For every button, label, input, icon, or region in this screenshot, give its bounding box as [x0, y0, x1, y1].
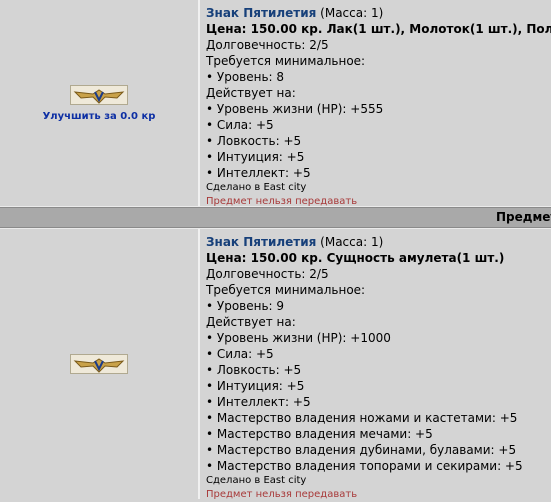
item-name-link[interactable]: Знак Пятилетия [206, 6, 316, 20]
item-mass: (Масса: 1) [320, 235, 384, 249]
item-row-1: Улучшить за 0.0 кр Знак Пятилетия (Масса… [0, 0, 551, 207]
five-year-badge-icon[interactable] [70, 354, 128, 374]
effect-item: • Сила: +5 [206, 347, 274, 361]
requirements-label: Требуется минимальное: [206, 283, 366, 297]
effect-item: • Интеллект: +5 [206, 166, 311, 180]
effect-item: • Мастерство владения топорами и секирам… [206, 459, 523, 473]
effect-item: • Мастерство владения мечами: +5 [206, 427, 433, 441]
item-details: Знак Пятилетия (Масса: 1) Цена: 150.00 к… [206, 229, 551, 502]
effect-item: • Интеллект: +5 [206, 395, 311, 409]
effect-item: • Мастерство владения дубинами, булавами… [206, 443, 517, 457]
item-price: Цена: 150.00 кр. Лак(1 шт.), Молоток(1 ш… [206, 22, 551, 36]
effect-item: • Уровень жизни (HP): +1000 [206, 331, 391, 345]
item-mass: (Масса: 1) [320, 6, 384, 20]
requirement-level: • Уровень: 8 [206, 70, 285, 84]
effect-item: • Сила: +5 [206, 118, 274, 132]
effect-item: • Уровень жизни (HP): +555 [206, 102, 384, 116]
effect-item: • Интуиция: +5 [206, 379, 305, 393]
made-in-text: Сделано в East city [206, 475, 307, 486]
item-image-cell: Улучшить за 0.0 кр [0, 0, 200, 206]
effect-item: • Мастерство владения ножами и кастетами… [206, 411, 518, 425]
effect-item: • Интуиция: +5 [206, 150, 305, 164]
effects-label: Действует на: [206, 315, 296, 329]
item-image-cell [0, 229, 200, 499]
effects-label: Действует на: [206, 86, 296, 100]
requirements-label: Требуется минимальное: [206, 54, 366, 68]
item-details: Знак Пятилетия (Масса: 1) Цена: 150.00 к… [206, 0, 551, 209]
five-year-badge-icon[interactable] [70, 84, 128, 105]
made-in-text: Сделано в East city [206, 182, 307, 193]
item-row-2: Знак Пятилетия (Масса: 1) Цена: 150.00 к… [0, 228, 551, 502]
no-transfer-text: Предмет нельзя передавать [206, 489, 358, 500]
item-name-link[interactable]: Знак Пятилетия [206, 235, 316, 249]
effect-item: • Ловкость: +5 [206, 134, 302, 148]
section-header: Предмет [0, 207, 551, 228]
upgrade-link[interactable]: Улучшить за 0.0 кр [43, 111, 156, 122]
section-header-label: Предмет [496, 210, 551, 224]
requirement-level: • Уровень: 9 [206, 299, 285, 313]
item-price: Цена: 150.00 кр. Сущность амулета(1 шт.) [206, 251, 505, 265]
item-durability: Долговечность: 2/5 [206, 267, 329, 281]
effect-item: • Ловкость: +5 [206, 363, 302, 377]
item-durability: Долговечность: 2/5 [206, 38, 329, 52]
